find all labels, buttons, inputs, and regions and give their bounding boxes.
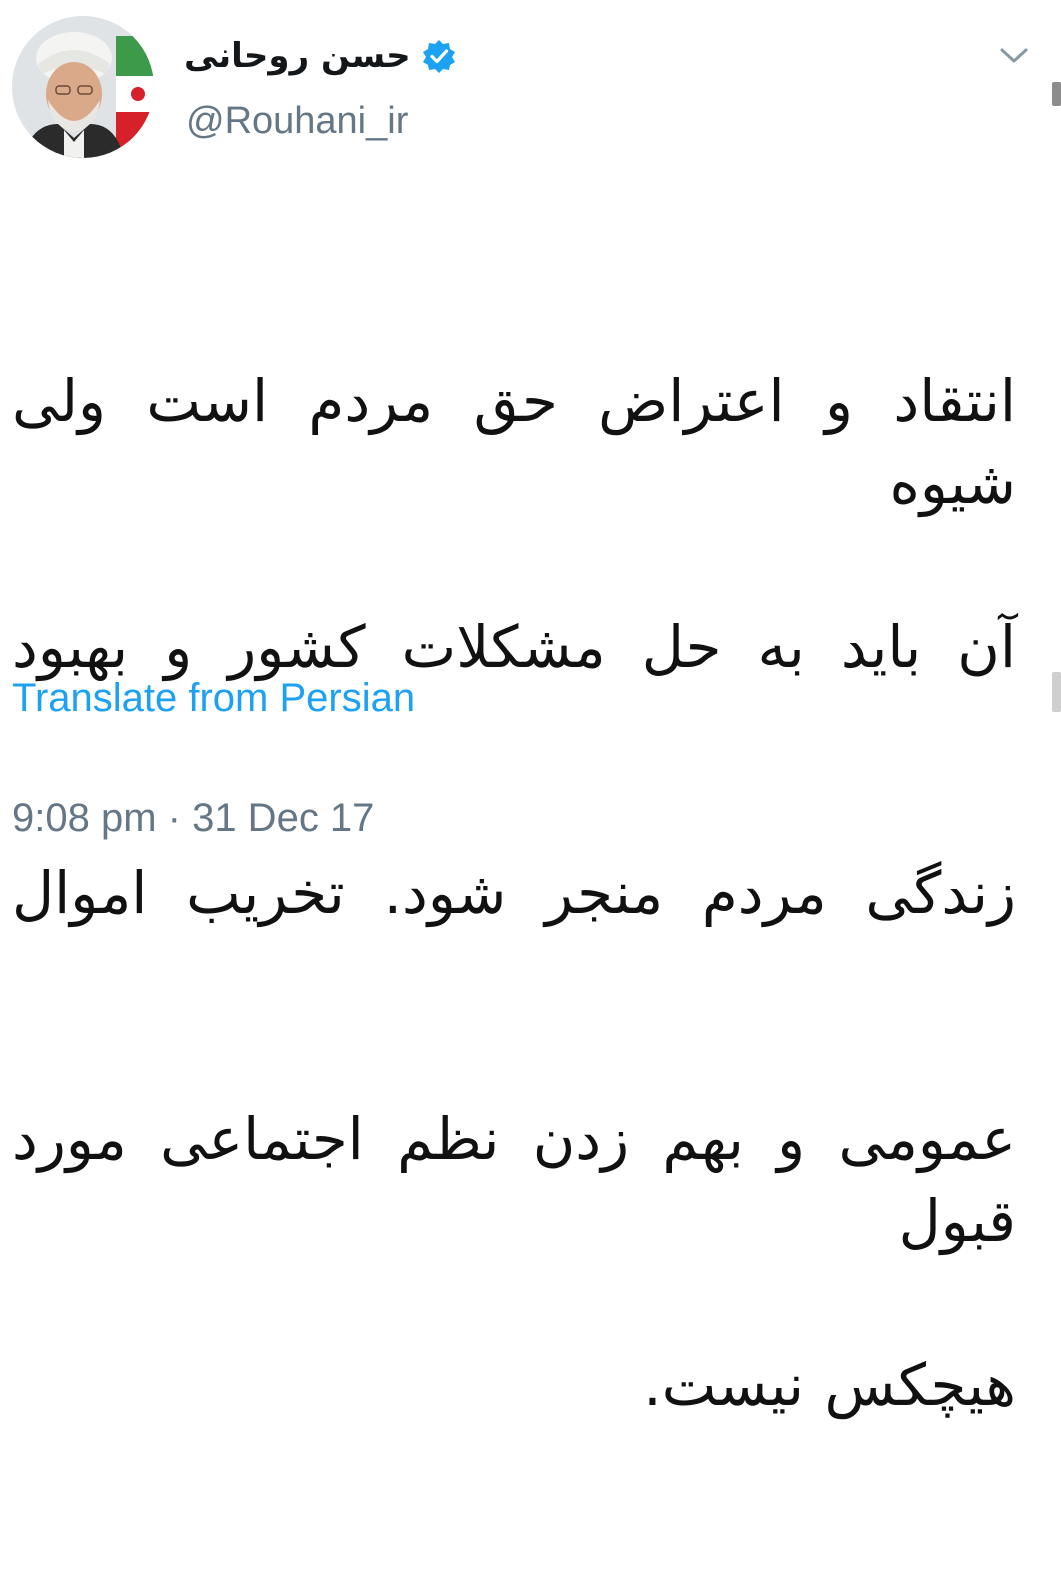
tweet-card: حسن روحانی @Rouhani_ir انتقاد و اعتراض ح…: [0, 0, 1061, 1419]
next-panel-edge-lower: [1052, 672, 1061, 712]
verified-badge-icon: [422, 40, 455, 73]
tweet-text-line: عمومی و بهم زدن نظم اجتماعی مورد قبول: [12, 1105, 1016, 1255]
author-display-name[interactable]: حسن روحانی: [184, 36, 411, 76]
tweet-timestamp[interactable]: 9:08 pm · 31 Dec 17: [12, 794, 374, 842]
next-panel-edge: [1052, 82, 1061, 106]
avatar[interactable]: [12, 16, 154, 158]
translate-link[interactable]: Translate from Persian: [12, 674, 415, 722]
tweet-text-line: انتقاد و اعتراض حق مردم است ولی شیوه: [12, 367, 1016, 517]
author-handle[interactable]: @Rouhani_ir: [186, 98, 408, 144]
avatar-portrait: [12, 16, 154, 158]
author-name-row[interactable]: حسن روحانی: [184, 36, 457, 76]
tweet-text: انتقاد و اعتراض حق مردم است ولی شیوه آن …: [12, 196, 1016, 1590]
tweet-text-line: هیچکس نیست.: [643, 1351, 1016, 1419]
tweet-text-line: زندگی مردم منجر شود. تخریب اموال: [12, 859, 1016, 927]
chevron-down-icon[interactable]: [996, 40, 1032, 70]
